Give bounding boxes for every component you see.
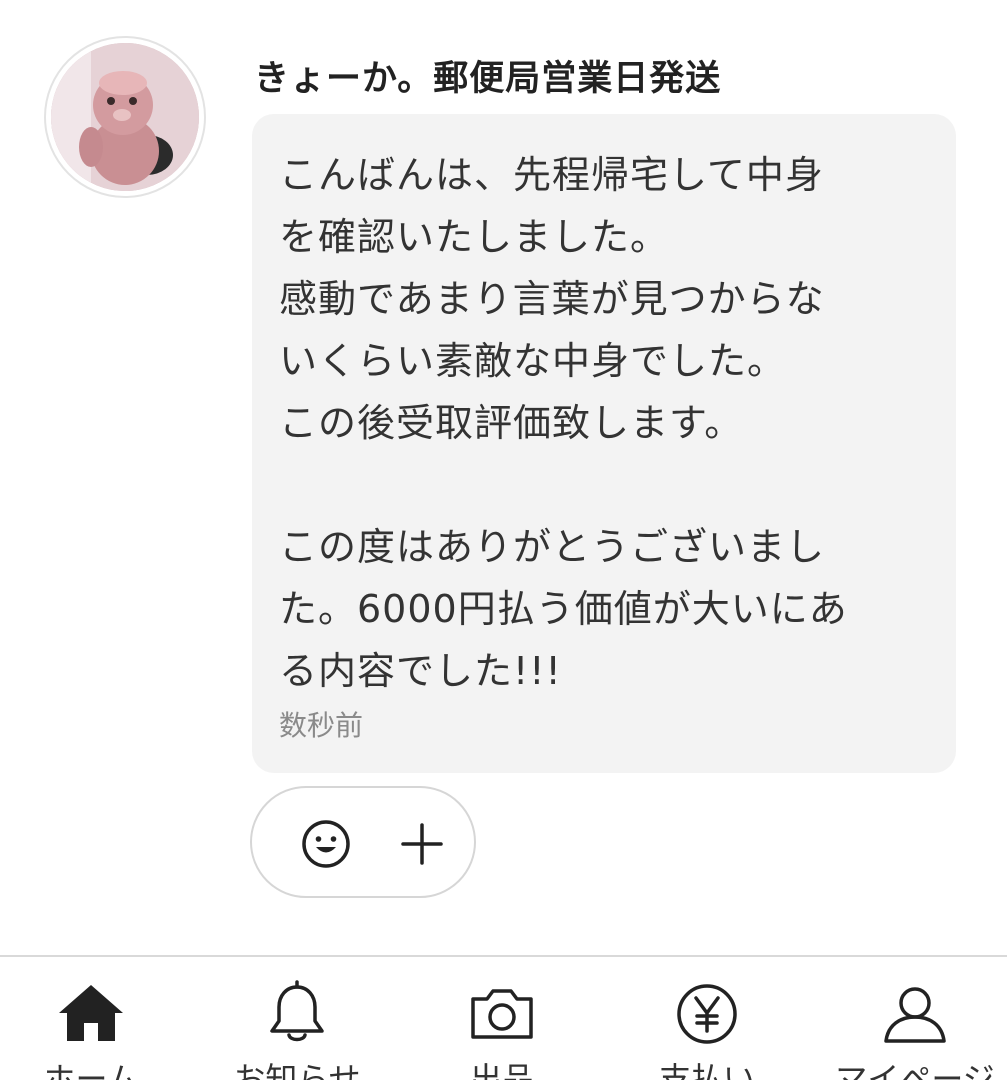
plus-icon[interactable]: [400, 822, 444, 866]
yen-circle-icon: [677, 984, 737, 1044]
bell-icon: [270, 980, 324, 1042]
nav-label-notifications: お知らせ: [233, 1060, 361, 1080]
smile-face-icon[interactable]: [300, 818, 352, 870]
bottom-nav: ホーム お知らせ 出品 支払い マイページ: [0, 955, 1007, 1080]
nav-label-payment: 支払い: [658, 1060, 755, 1080]
nav-item-sell[interactable]: 出品: [402, 957, 602, 1080]
avatar[interactable]: [51, 43, 199, 191]
conversation-screen: きょーか。郵便局営業日発送 こんばんは、先程帰宅して中身 を確認いたしました。 …: [0, 0, 1007, 1080]
nav-item-payment[interactable]: 支払い: [607, 957, 807, 1080]
nav-label-home: ホーム: [43, 1060, 139, 1080]
nav-item-mypage[interactable]: マイページ: [815, 957, 1007, 1080]
camera-icon: [471, 989, 533, 1039]
sender-name[interactable]: きょーか。郵便局営業日発送: [254, 50, 721, 101]
reaction-button[interactable]: [250, 786, 476, 898]
plush-bear-photo: [51, 43, 199, 191]
message-bubble: こんばんは、先程帰宅して中身 を確認いたしました。 感動であまり言葉が見つからな…: [252, 114, 956, 773]
nav-item-home[interactable]: ホーム: [0, 957, 191, 1080]
person-icon: [884, 987, 946, 1043]
home-icon: [59, 985, 123, 1041]
nav-label-sell: 出品: [469, 1060, 534, 1080]
nav-item-notifications[interactable]: お知らせ: [197, 957, 397, 1080]
message-text: こんばんは、先程帰宅して中身 を確認いたしました。 感動であまり言葉が見つからな…: [279, 153, 848, 693]
nav-label-mypage: マイページ: [835, 1060, 995, 1080]
message-timestamp: 数秒前: [279, 709, 364, 742]
